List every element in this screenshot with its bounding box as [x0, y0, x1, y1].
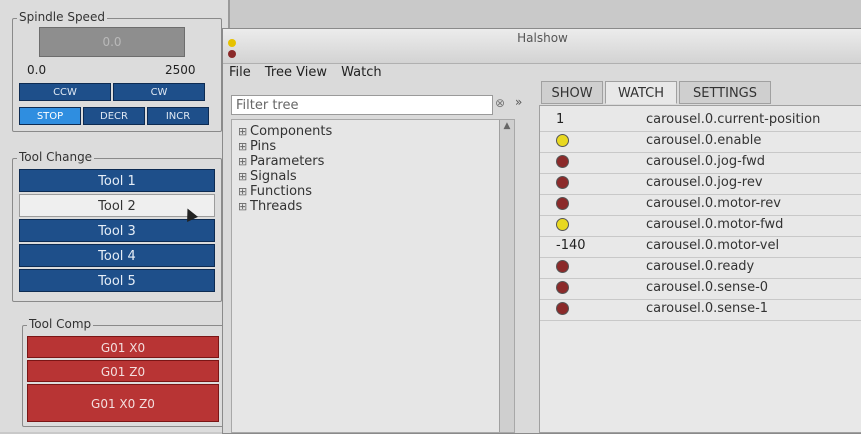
ccw-button[interactable]: CCW [19, 83, 111, 101]
watch-row: carousel.0.jog-rev [540, 173, 861, 195]
g01-z0-button[interactable]: G01 Z0 [27, 360, 219, 382]
tool-1-button[interactable]: Tool 1 [19, 169, 215, 192]
watch-pin-name: carousel.0.current-position [646, 112, 821, 127]
watch-list: 1 carousel.0.current-position carousel.0.e… [539, 105, 861, 433]
hal-tree: ⊞ Components ⊞ Pins ⊞ Parameters ⊞ Signals ⊞… [231, 119, 515, 433]
led-off-icon [556, 281, 569, 294]
watch-value: -140 [556, 238, 586, 253]
watch-row: carousel.0.motor-fwd [540, 215, 861, 237]
led-off-icon [556, 176, 569, 189]
title-bar: Halshow [223, 29, 861, 64]
filter-clear-icon[interactable]: ⊗ [495, 96, 505, 110]
tool-change-group: Tool Change Tool 1 Tool 2 Tool 3 Tool 4 … [12, 150, 222, 302]
watch-pin-name: carousel.0.sense-0 [646, 280, 769, 295]
expand-plus-icon: ⊞ [238, 155, 248, 168]
expand-icon[interactable]: » [515, 95, 522, 109]
led-off-icon [556, 155, 569, 168]
watch-row: -140 carousel.0.motor-vel [540, 236, 861, 258]
led-off-icon [556, 302, 569, 315]
control-panel: Spindle Speed 0.0 0.0 2500 CCW CW STOP D… [0, 0, 230, 432]
watch-row: carousel.0.enable [540, 131, 861, 153]
halshow-window: Halshow File Tree View Watch ⊗ » ⊞Compon… [222, 28, 861, 434]
menu-tree-view[interactable]: Tree View [265, 65, 327, 80]
cw-button[interactable]: CW [113, 83, 205, 101]
tab-show[interactable]: SHOW [541, 81, 603, 104]
spindle-speed-title: Spindle Speed [17, 10, 107, 24]
watch-pin-name: carousel.0.ready [646, 259, 755, 274]
expand-plus-icon: ⊞ [238, 185, 248, 198]
tool-4-button[interactable]: Tool 4 [19, 244, 215, 267]
tree-scrollbar[interactable]: ▲ [499, 120, 514, 432]
tool-3-button[interactable]: Tool 3 [19, 219, 215, 242]
watch-pin-name: carousel.0.motor-vel [646, 238, 780, 253]
watch-pin-name: carousel.0.motor-fwd [646, 217, 784, 232]
g01-x0-button[interactable]: G01 X0 [27, 336, 219, 358]
expand-plus-icon: ⊞ [238, 140, 248, 153]
tree-node-parameters[interactable]: ⊞ Parameters [238, 154, 324, 169]
window-close-icon[interactable] [228, 50, 236, 58]
menu-watch[interactable]: Watch [341, 65, 381, 80]
expand-plus-icon: ⊞ [238, 170, 248, 183]
watch-row: carousel.0.ready [540, 257, 861, 279]
filter-tree-input[interactable] [231, 95, 493, 115]
watch-row: 1 carousel.0.current-position [540, 110, 861, 132]
tree-node-components[interactable]: ⊞ Components [238, 124, 332, 139]
watch-row: carousel.0.motor-rev [540, 194, 861, 216]
scroll-up-icon[interactable]: ▲ [501, 121, 513, 133]
incr-button[interactable]: INCR [147, 107, 209, 125]
expand-plus-icon: ⊞ [238, 125, 248, 138]
spindle-scale-max: 2500 [165, 63, 196, 77]
expand-plus-icon: ⊞ [238, 200, 248, 213]
menu-bar: File Tree View Watch [229, 65, 392, 80]
tool-comp-title: Tool Comp [27, 317, 94, 331]
watch-pin-name: carousel.0.enable [646, 133, 762, 148]
led-on-icon [556, 218, 569, 231]
watch-pin-name: carousel.0.jog-fwd [646, 154, 766, 169]
tab-settings[interactable]: SETTINGS [679, 81, 771, 104]
window-title: Halshow [517, 31, 568, 45]
watch-row: carousel.0.sense-0 [540, 278, 861, 300]
tab-watch[interactable]: WATCH [605, 81, 677, 104]
tool-5-button[interactable]: Tool 5 [19, 269, 215, 292]
watch-row: carousel.0.sense-1 [540, 299, 861, 321]
menu-file[interactable]: File [229, 65, 251, 80]
watch-pin-name: carousel.0.jog-rev [646, 175, 763, 190]
led-on-icon [556, 134, 569, 147]
stop-button[interactable]: STOP [19, 107, 81, 125]
watch-pin-name: carousel.0.sense-1 [646, 301, 769, 316]
tool-change-title: Tool Change [17, 150, 95, 164]
watch-value: 1 [556, 112, 565, 127]
watch-row: carousel.0.jog-fwd [540, 152, 861, 174]
spindle-speed-display: 0.0 [39, 27, 185, 57]
tree-node-signals[interactable]: ⊞ Signals [238, 169, 297, 184]
watch-pin-name: carousel.0.motor-rev [646, 196, 781, 211]
tree-node-pins[interactable]: ⊞ Pins [238, 139, 276, 154]
led-off-icon [556, 197, 569, 210]
g01-x0-z0-button[interactable]: G01 X0 Z0 [27, 384, 219, 422]
spindle-scale-min: 0.0 [27, 63, 47, 77]
led-off-icon [556, 260, 569, 273]
tree-node-threads[interactable]: ⊞ Threads [238, 199, 302, 214]
spindle-speed-group: Spindle Speed 0.0 0.0 2500 CCW CW STOP D… [12, 10, 222, 132]
tool-comp-group: Tool Comp G01 X0 G01 Z0 G01 X0 Z0 [22, 317, 224, 427]
tree-node-functions[interactable]: ⊞ Functions [238, 184, 312, 199]
decr-button[interactable]: DECR [83, 107, 145, 125]
